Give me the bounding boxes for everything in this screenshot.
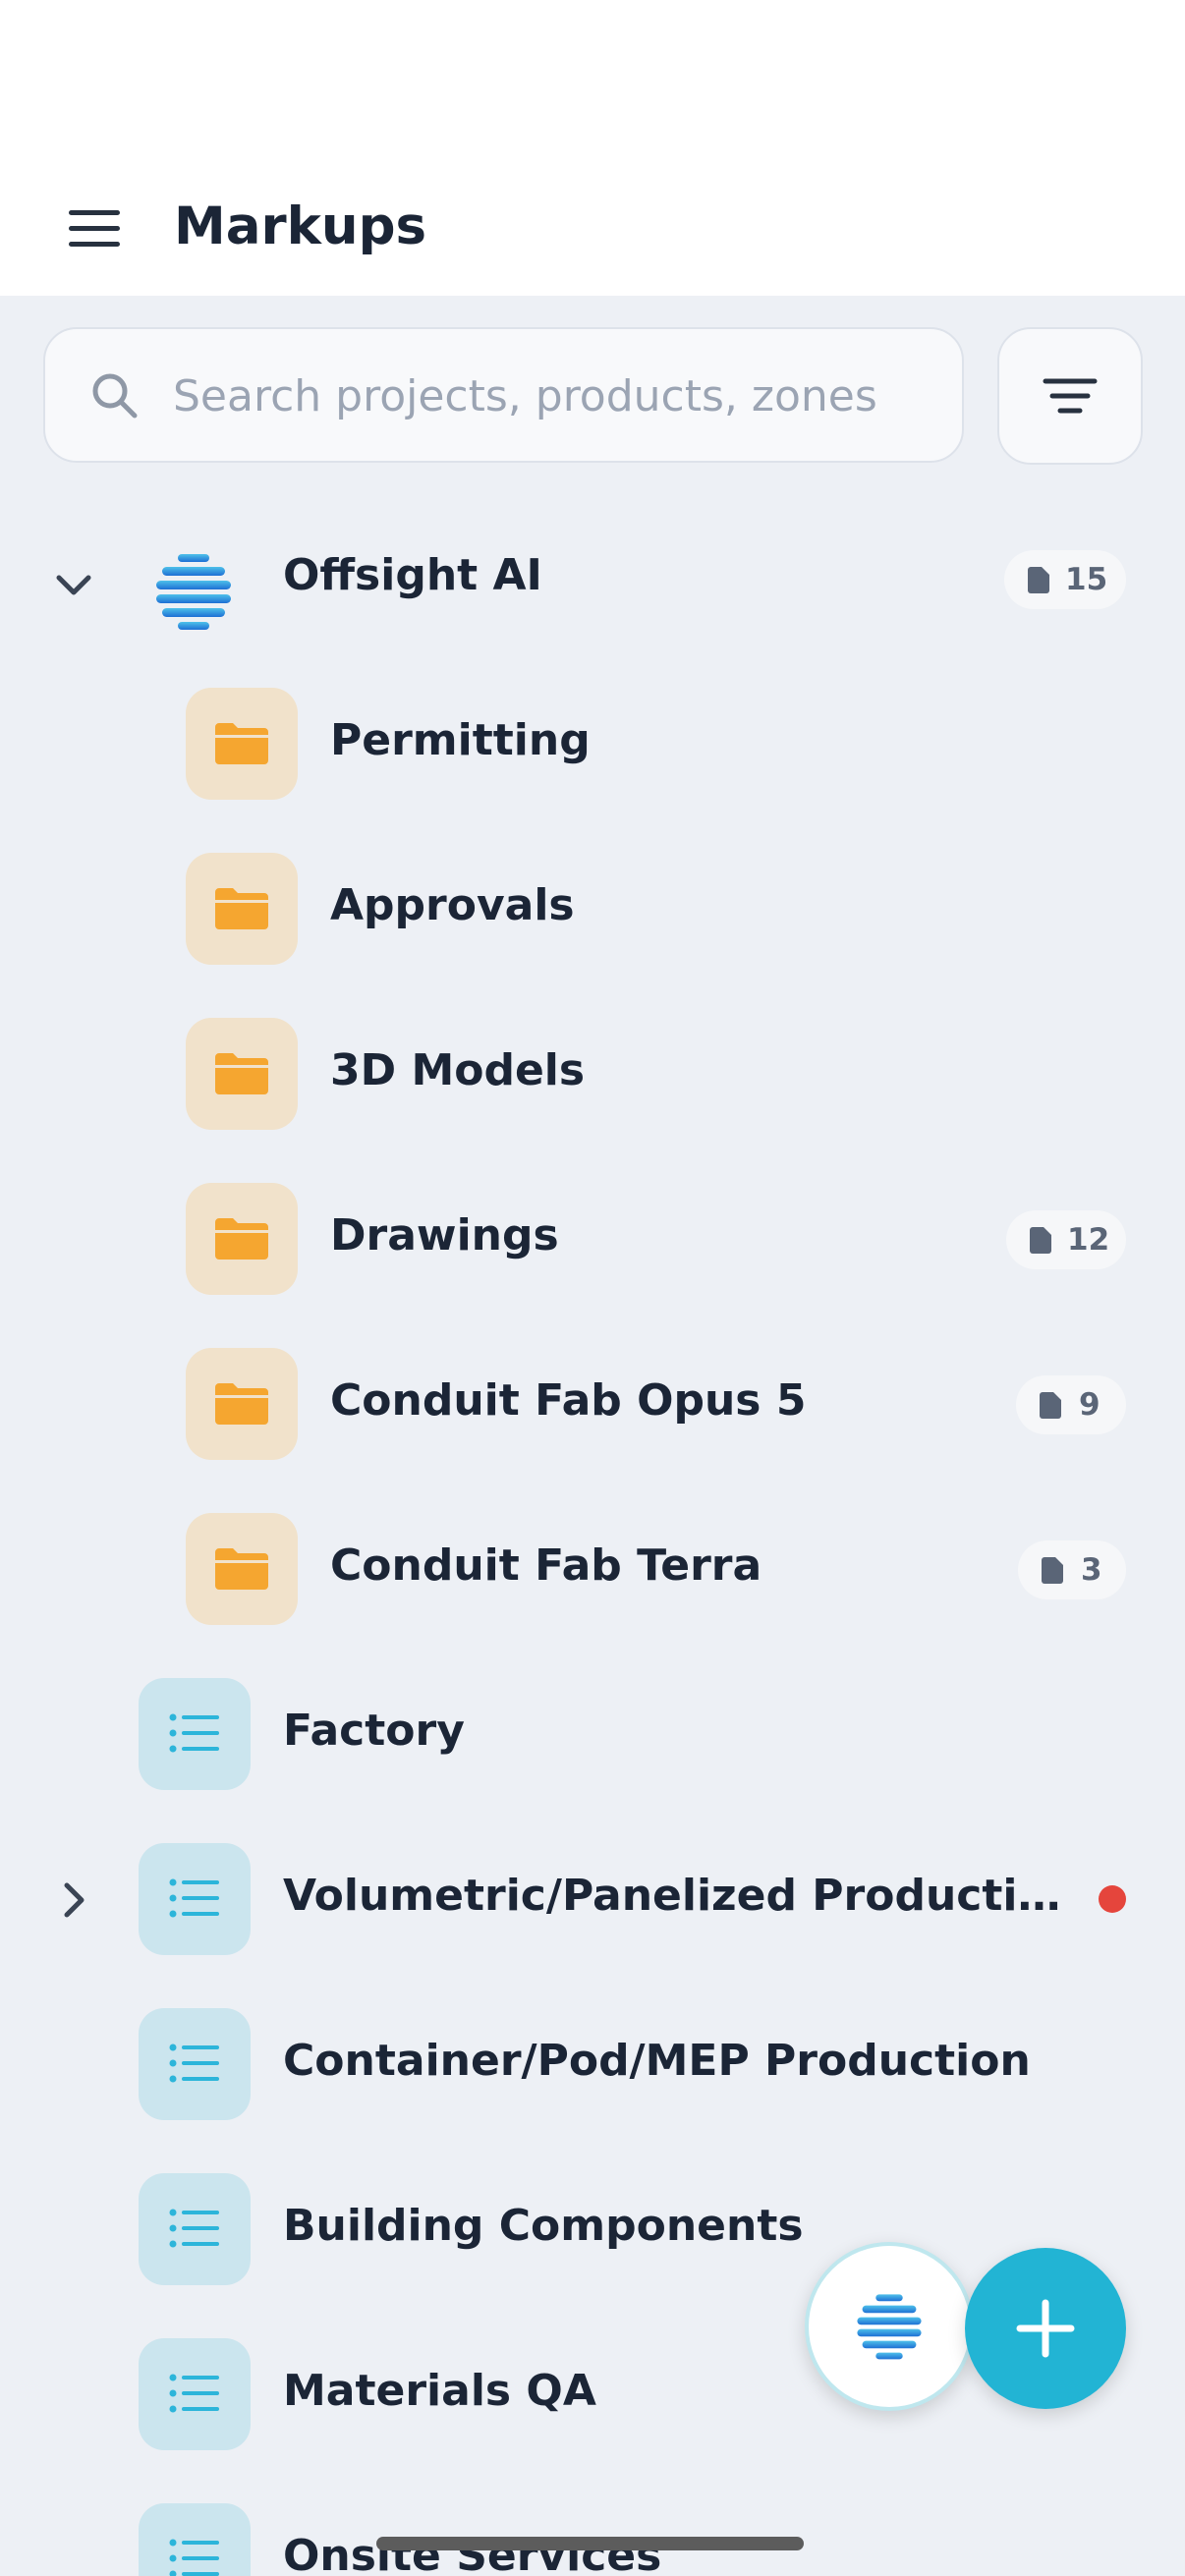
- list-tile: [139, 2173, 251, 2285]
- offsight-logo-icon: [156, 554, 231, 630]
- list-row[interactable]: Onsite Services: [0, 2492, 1185, 2576]
- document-icon: [1040, 1392, 1061, 1419]
- search-input[interactable]: [171, 329, 941, 463]
- folder-icon: [215, 1383, 268, 1425]
- document-icon: [1028, 567, 1049, 593]
- file-count-badge: 3: [1018, 1540, 1126, 1599]
- document-icon: [1030, 1227, 1051, 1254]
- folder-label: Approvals: [330, 880, 575, 930]
- home-indicator: [376, 2537, 804, 2550]
- folder-row[interactable]: Conduit Fab Opus 5 9: [0, 1336, 1185, 1474]
- folder-icon: [215, 1053, 268, 1094]
- list-label: Factory: [283, 1706, 465, 1756]
- folder-label: 3D Models: [330, 1045, 586, 1095]
- list-tile: [139, 2008, 251, 2120]
- file-count-badge: 9: [1016, 1375, 1126, 1434]
- list-icon: [169, 2209, 219, 2248]
- list-tile: [139, 1678, 251, 1790]
- filter-icon: [1043, 378, 1098, 414]
- add-fab-button[interactable]: [965, 2248, 1126, 2409]
- folder-label: Conduit Fab Opus 5: [330, 1375, 807, 1426]
- list-tile: [139, 1843, 251, 1955]
- folder-row[interactable]: Approvals: [0, 841, 1185, 979]
- folder-tile: [186, 688, 298, 800]
- plus-icon: [1016, 2299, 1075, 2358]
- document-icon: [1042, 1557, 1063, 1584]
- folder-tile: [186, 853, 298, 965]
- chevron-right-icon[interactable]: [49, 1876, 98, 1925]
- list-tile: [139, 2338, 251, 2450]
- chevron-down-icon[interactable]: [49, 560, 98, 609]
- list-icon: [169, 2374, 219, 2413]
- list-label: Volumetric/Panelized Producti…: [283, 1871, 1061, 1921]
- list-label: Container/Pod/MEP Production: [283, 2036, 1031, 2086]
- folder-row[interactable]: Drawings 12: [0, 1171, 1185, 1309]
- folder-tile: [186, 1348, 298, 1460]
- list-label: Building Components: [283, 2201, 804, 2251]
- list-icon: [169, 2539, 219, 2576]
- folder-label: Permitting: [330, 715, 591, 765]
- offsight-logo-icon: [857, 2294, 922, 2360]
- list-row[interactable]: Factory: [0, 1666, 1185, 1804]
- folder-icon: [215, 888, 268, 929]
- folder-icon: [215, 723, 268, 764]
- tree-root-offsight-ai[interactable]: Offsight AI 15: [0, 511, 1185, 648]
- filter-button[interactable]: [997, 327, 1143, 465]
- file-count-badge: 12: [1006, 1210, 1126, 1269]
- folder-row[interactable]: Permitting: [0, 676, 1185, 813]
- search-icon: [92, 373, 138, 419]
- hamburger-icon[interactable]: [65, 206, 124, 250]
- list-icon: [169, 1713, 219, 1753]
- folder-label: Conduit Fab Terra: [330, 1540, 762, 1591]
- folder-row[interactable]: 3D Models: [0, 1006, 1185, 1144]
- list-row[interactable]: Container/Pod/MEP Production: [0, 1996, 1185, 2134]
- notification-dot: [1099, 1885, 1126, 1913]
- folder-tile: [186, 1018, 298, 1130]
- search-bar[interactable]: [43, 327, 964, 463]
- list-icon: [169, 2044, 219, 2083]
- folder-row[interactable]: Conduit Fab Terra 3: [0, 1501, 1185, 1639]
- list-tile: [139, 2503, 251, 2576]
- list-row[interactable]: Volumetric/Panelized Producti…: [0, 1831, 1185, 1969]
- assistant-fab-button[interactable]: [805, 2242, 974, 2411]
- folder-tile: [186, 1183, 298, 1295]
- status-bar: [0, 0, 1185, 147]
- folder-icon: [215, 1218, 268, 1260]
- folder-icon: [215, 1548, 268, 1590]
- list-label: Materials QA: [283, 2366, 596, 2416]
- list-icon: [169, 1878, 219, 1918]
- page-title: Markups: [174, 196, 427, 256]
- folder-label: Drawings: [330, 1210, 559, 1260]
- file-count-badge: 15: [1004, 550, 1126, 609]
- tree-root-label: Offsight AI: [283, 550, 542, 600]
- folder-tile: [186, 1513, 298, 1625]
